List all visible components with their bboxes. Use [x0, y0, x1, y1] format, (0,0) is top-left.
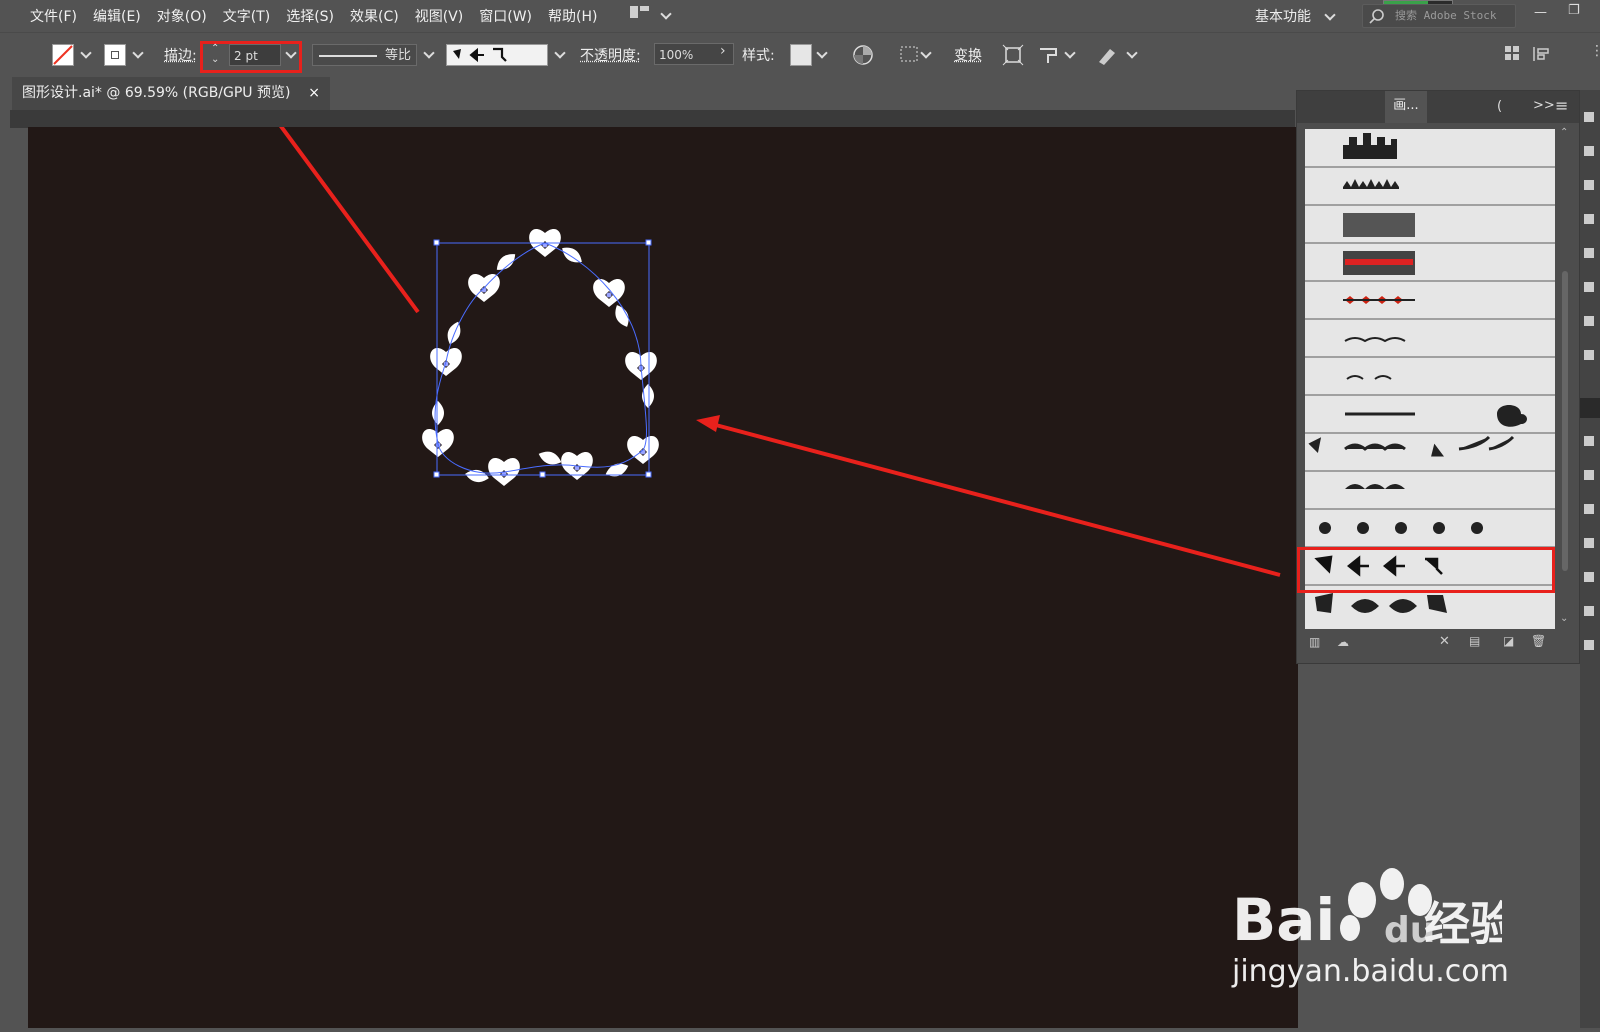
profile-label: 等比: [385, 45, 411, 67]
new-brush-icon[interactable]: ◪: [1503, 634, 1514, 648]
artboard-canvas[interactable]: [28, 127, 1298, 1028]
menu-view[interactable]: 视图(V): [407, 6, 472, 26]
libraries-panel-icon[interactable]: ☁: [1337, 635, 1349, 649]
baidu-text-jingyan: 经验: [1424, 897, 1502, 951]
menu-type[interactable]: 文字(T): [215, 6, 278, 26]
brush-libraries-icon[interactable]: ▥: [1309, 635, 1320, 649]
chevron-down-icon[interactable]: [554, 47, 565, 58]
chevron-right-icon[interactable]: ›: [720, 43, 726, 59]
red-diamonds-icon: [1343, 296, 1415, 304]
grid-view-icon[interactable]: [1504, 45, 1520, 61]
menu-bar: 文件(F) 编辑(E) 对象(O) 文字(T) 选择(S) 效果(C) 视图(V…: [0, 0, 1600, 32]
shape-builder-icon[interactable]: [1096, 44, 1118, 66]
chevron-down-icon[interactable]: [1126, 47, 1137, 58]
menu-help[interactable]: 帮助(H): [540, 6, 605, 26]
baidu-text-bai: Bai: [1232, 886, 1335, 954]
artwork: [28, 127, 1298, 1028]
annotation-arrow-brush: [712, 424, 1280, 575]
panel-icons: [1580, 90, 1600, 690]
menu-effect[interactable]: 效果(C): [342, 6, 407, 26]
panel-footer: ▥ ☁ ✕ ▤ ◪ 🗑: [1297, 631, 1579, 657]
document-title: 图形设计.ai* @ 69.59% (RGB/GPU 预览): [22, 85, 290, 101]
document-tab[interactable]: 图形设计.ai* @ 69.59% (RGB/GPU 预览) ×: [12, 77, 330, 110]
fill-none-swatch[interactable]: [52, 44, 74, 66]
leaf-shapes-brush-icon: [1315, 593, 1447, 613]
selection-handles[interactable]: [434, 240, 651, 477]
panel-tab-strip: 画... ( >> ≡: [1297, 91, 1579, 123]
options-icon[interactable]: ▤: [1469, 634, 1480, 648]
stroke-swatch[interactable]: [104, 44, 126, 66]
cloud-swirl-icon: [1497, 405, 1527, 427]
minimize-icon[interactable]: —: [1534, 5, 1547, 20]
search-placeholder: 搜索 Adobe Stock: [1395, 5, 1496, 27]
heart-leaf-brush-icon: [449, 45, 519, 65]
transform-button[interactable]: 变换: [954, 45, 982, 65]
arrange-documents-icon[interactable]: [630, 6, 650, 22]
scroll-thumb[interactable]: [1562, 271, 1568, 571]
control-bar: 描边: ⌃ ⌄ 2 pt 等比 不透明度: 100% › 样式: 变换 ⋮: [0, 32, 1600, 78]
isolate-object-icon[interactable]: [1002, 44, 1024, 66]
recolor-artwork-icon[interactable]: [852, 44, 874, 66]
stepper-arrows-icon[interactable]: ⌃ ⌄: [211, 43, 219, 65]
distribute-icon[interactable]: [1532, 45, 1554, 63]
panel-scrollbar[interactable]: ⌃ ⌄: [1559, 131, 1571, 631]
baidu-logo: Bai du 经验: [1232, 858, 1502, 958]
grass-brush-icon: [1343, 179, 1399, 189]
chevron-down-icon[interactable]: [80, 47, 91, 58]
puppet-warp-icon[interactable]: [1038, 45, 1060, 65]
paren-icon[interactable]: (: [1497, 99, 1502, 114]
restore-icon[interactable]: ❐: [1568, 3, 1580, 18]
chevron-down-icon[interactable]: [423, 47, 434, 58]
chevron-down-icon[interactable]: [920, 47, 931, 58]
watermark-url: jingyan.baidu.com: [1232, 954, 1509, 989]
brush-definition-field[interactable]: [446, 44, 548, 66]
stroke-square-icon: [111, 51, 119, 59]
chevron-down-icon[interactable]: ⌄: [1560, 613, 1568, 624]
selected-brush-highlight: [1297, 547, 1555, 593]
trash-icon[interactable]: 🗑: [1531, 634, 1546, 648]
graphic-style-swatch[interactable]: [790, 44, 812, 66]
chevron-down-icon[interactable]: [816, 47, 827, 58]
dots-grid-icon: [1343, 213, 1415, 237]
remove-stroke-icon[interactable]: ✕: [1439, 634, 1450, 649]
align-options-icon[interactable]: [900, 45, 922, 65]
hearts-grid-icon: [1343, 251, 1415, 275]
more-options-icon[interactable]: ⋮: [1590, 43, 1600, 59]
menu-file[interactable]: 文件(F): [22, 6, 85, 26]
leaves-brush-icon: [1347, 376, 1391, 379]
chevron-down-icon[interactable]: [1064, 47, 1075, 58]
stroke-label[interactable]: 描边:: [164, 45, 197, 65]
buildings-brush-icon: [1343, 133, 1397, 159]
panel-menu-icon[interactable]: ≡: [1555, 96, 1568, 115]
ruler: [10, 110, 1295, 128]
chevron-down-icon[interactable]: [132, 47, 143, 58]
collapsed-panels-strip: [1580, 90, 1600, 1028]
close-tab-icon[interactable]: ×: [308, 77, 320, 109]
wave-brush-icon: [1311, 437, 1513, 455]
tab-brushes[interactable]: 画...: [1385, 91, 1427, 123]
menu-edit[interactable]: 编辑(E): [85, 6, 149, 26]
menu-window[interactable]: 窗口(W): [471, 6, 540, 26]
chevron-up-icon[interactable]: ⌃: [1560, 127, 1568, 138]
adobe-stock-search-input[interactable]: 搜索 Adobe Stock: [1362, 4, 1516, 28]
search-icon: [1369, 8, 1387, 24]
menu-select[interactable]: 选择(S): [278, 6, 342, 26]
menu-object[interactable]: 对象(O): [149, 6, 215, 26]
scroll-brush-icon: [1345, 484, 1405, 489]
arrowhead-icon: [696, 415, 720, 432]
brush-wreath[interactable]: [422, 229, 659, 486]
opacity-label[interactable]: 不透明度:: [580, 45, 641, 65]
stroke-profile-line-icon: [319, 46, 379, 66]
stroke-weight-field[interactable]: 2 pt: [229, 44, 281, 66]
brush-path[interactable]: [435, 243, 646, 473]
variable-width-profile[interactable]: 等比: [312, 44, 417, 66]
none-fill-icon: [53, 45, 73, 65]
workspace-switcher[interactable]: 基本功能: [1255, 6, 1311, 26]
style-label: 样式:: [742, 45, 775, 65]
vines-brush-icon: [1345, 338, 1405, 341]
annotation-arrow-stroke: [266, 127, 418, 312]
expand-panel-icon[interactable]: >>: [1533, 98, 1555, 113]
dots-brush-icon: [1319, 522, 1483, 534]
selection-bounding-box[interactable]: [437, 243, 649, 475]
